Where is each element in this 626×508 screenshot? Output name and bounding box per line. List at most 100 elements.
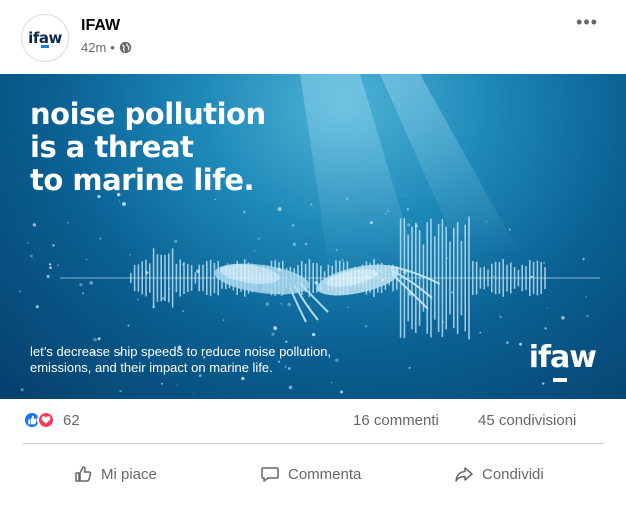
bubble: [35, 305, 39, 309]
bubble: [582, 257, 585, 261]
bubble: [308, 305, 311, 307]
bubble: [384, 213, 387, 215]
bubble: [499, 315, 502, 319]
bubble: [346, 197, 349, 200]
bubble: [288, 385, 293, 390]
bubble: [160, 382, 163, 385]
bubble: [174, 239, 178, 243]
bubble: [122, 202, 126, 206]
bubble: [182, 310, 184, 312]
page-name-link[interactable]: IFAW: [81, 17, 120, 35]
post-actions: Mi piace Commenta Condividi: [0, 444, 626, 508]
reaction-summary[interactable]: 62: [23, 411, 80, 429]
post-meta: 42m •: [81, 40, 132, 55]
bubble: [32, 223, 36, 227]
bubble: [364, 281, 367, 283]
share-button[interactable]: Condividi: [454, 464, 544, 484]
bubble: [542, 382, 545, 385]
bubble: [330, 277, 333, 280]
bubble: [56, 264, 59, 267]
bubble: [242, 210, 246, 214]
headline-line: to marine life.: [30, 163, 255, 197]
headline-line: noise pollution: [30, 97, 266, 131]
heart-icon: [37, 411, 55, 429]
bubble: [506, 341, 509, 344]
bubble: [241, 376, 245, 381]
bubble: [119, 389, 122, 393]
bubble: [18, 290, 22, 293]
bubble: [442, 320, 444, 323]
cuttlefish-left: [214, 263, 329, 323]
bubble: [129, 254, 131, 256]
headline-line: is a threat: [30, 130, 194, 164]
bubble: [408, 366, 411, 369]
bubble: [392, 271, 396, 276]
post-image[interactable]: noise pollution is a threat to marine li…: [0, 74, 626, 399]
globe-icon: [119, 41, 132, 54]
bubble: [330, 381, 333, 384]
thumbs-up-icon: [73, 464, 93, 484]
bubble: [20, 388, 24, 392]
bubble: [364, 324, 368, 328]
bubble: [403, 270, 407, 274]
bubble: [386, 210, 390, 213]
bubble: [222, 319, 225, 321]
bubble: [161, 296, 165, 300]
bubble: [280, 294, 283, 296]
bubble: [340, 390, 344, 394]
bubble: [277, 268, 281, 271]
bubble: [214, 198, 216, 201]
bubble: [374, 272, 378, 277]
bubble: [89, 280, 94, 285]
bubble: [406, 208, 410, 211]
comment-label: Commenta: [288, 465, 362, 483]
more-options-button[interactable]: •••: [576, 12, 598, 33]
bubble: [181, 263, 184, 266]
bubble: [145, 271, 149, 275]
bubble: [301, 276, 303, 278]
post-stats: 62 16 commenti 45 condivisioni: [0, 399, 626, 443]
bubble: [253, 250, 256, 252]
bubble: [543, 261, 546, 264]
logo-underline: [552, 378, 567, 382]
bubble: [390, 267, 394, 270]
bubble: [310, 203, 313, 206]
bubble: [519, 342, 522, 346]
bubble: [49, 266, 52, 270]
bubble: [48, 263, 52, 266]
bubble: [287, 302, 292, 307]
shares-count-link[interactable]: 45 condivisioni: [478, 412, 576, 429]
logo-text: ifaw: [528, 340, 597, 375]
bubble: [314, 280, 319, 285]
bubble: [271, 332, 275, 336]
bubble: [369, 221, 373, 225]
post-timestamp[interactable]: 42m: [81, 40, 106, 55]
comment-button[interactable]: Commenta: [260, 464, 361, 484]
post-header: ifaw IFAW 42m • •••: [0, 0, 626, 74]
bubble: [52, 244, 55, 247]
bubble: [407, 223, 411, 227]
bubble: [291, 224, 295, 227]
image-headline: noise pollution is a threat to marine li…: [30, 98, 266, 197]
share-label: Condividi: [482, 465, 544, 483]
bubble: [546, 306, 549, 309]
bubble: [447, 257, 449, 259]
bubble: [285, 340, 288, 343]
bubble: [451, 291, 454, 294]
like-label: Mi piace: [101, 465, 157, 483]
bubble: [408, 291, 413, 296]
ifaw-logo: ifaw: [528, 340, 597, 382]
bubble: [273, 326, 278, 331]
bubble: [586, 314, 589, 317]
bubble: [46, 274, 50, 279]
bubble: [257, 237, 261, 240]
page-avatar[interactable]: ifaw: [21, 14, 69, 62]
bubble: [226, 263, 229, 265]
like-button[interactable]: Mi piace: [73, 464, 157, 484]
bubble: [379, 270, 381, 272]
comments-count-link[interactable]: 16 commenti: [353, 412, 439, 429]
comment-icon: [260, 464, 280, 484]
bubble: [381, 279, 385, 282]
bubble: [118, 200, 121, 203]
bubble: [176, 384, 178, 386]
